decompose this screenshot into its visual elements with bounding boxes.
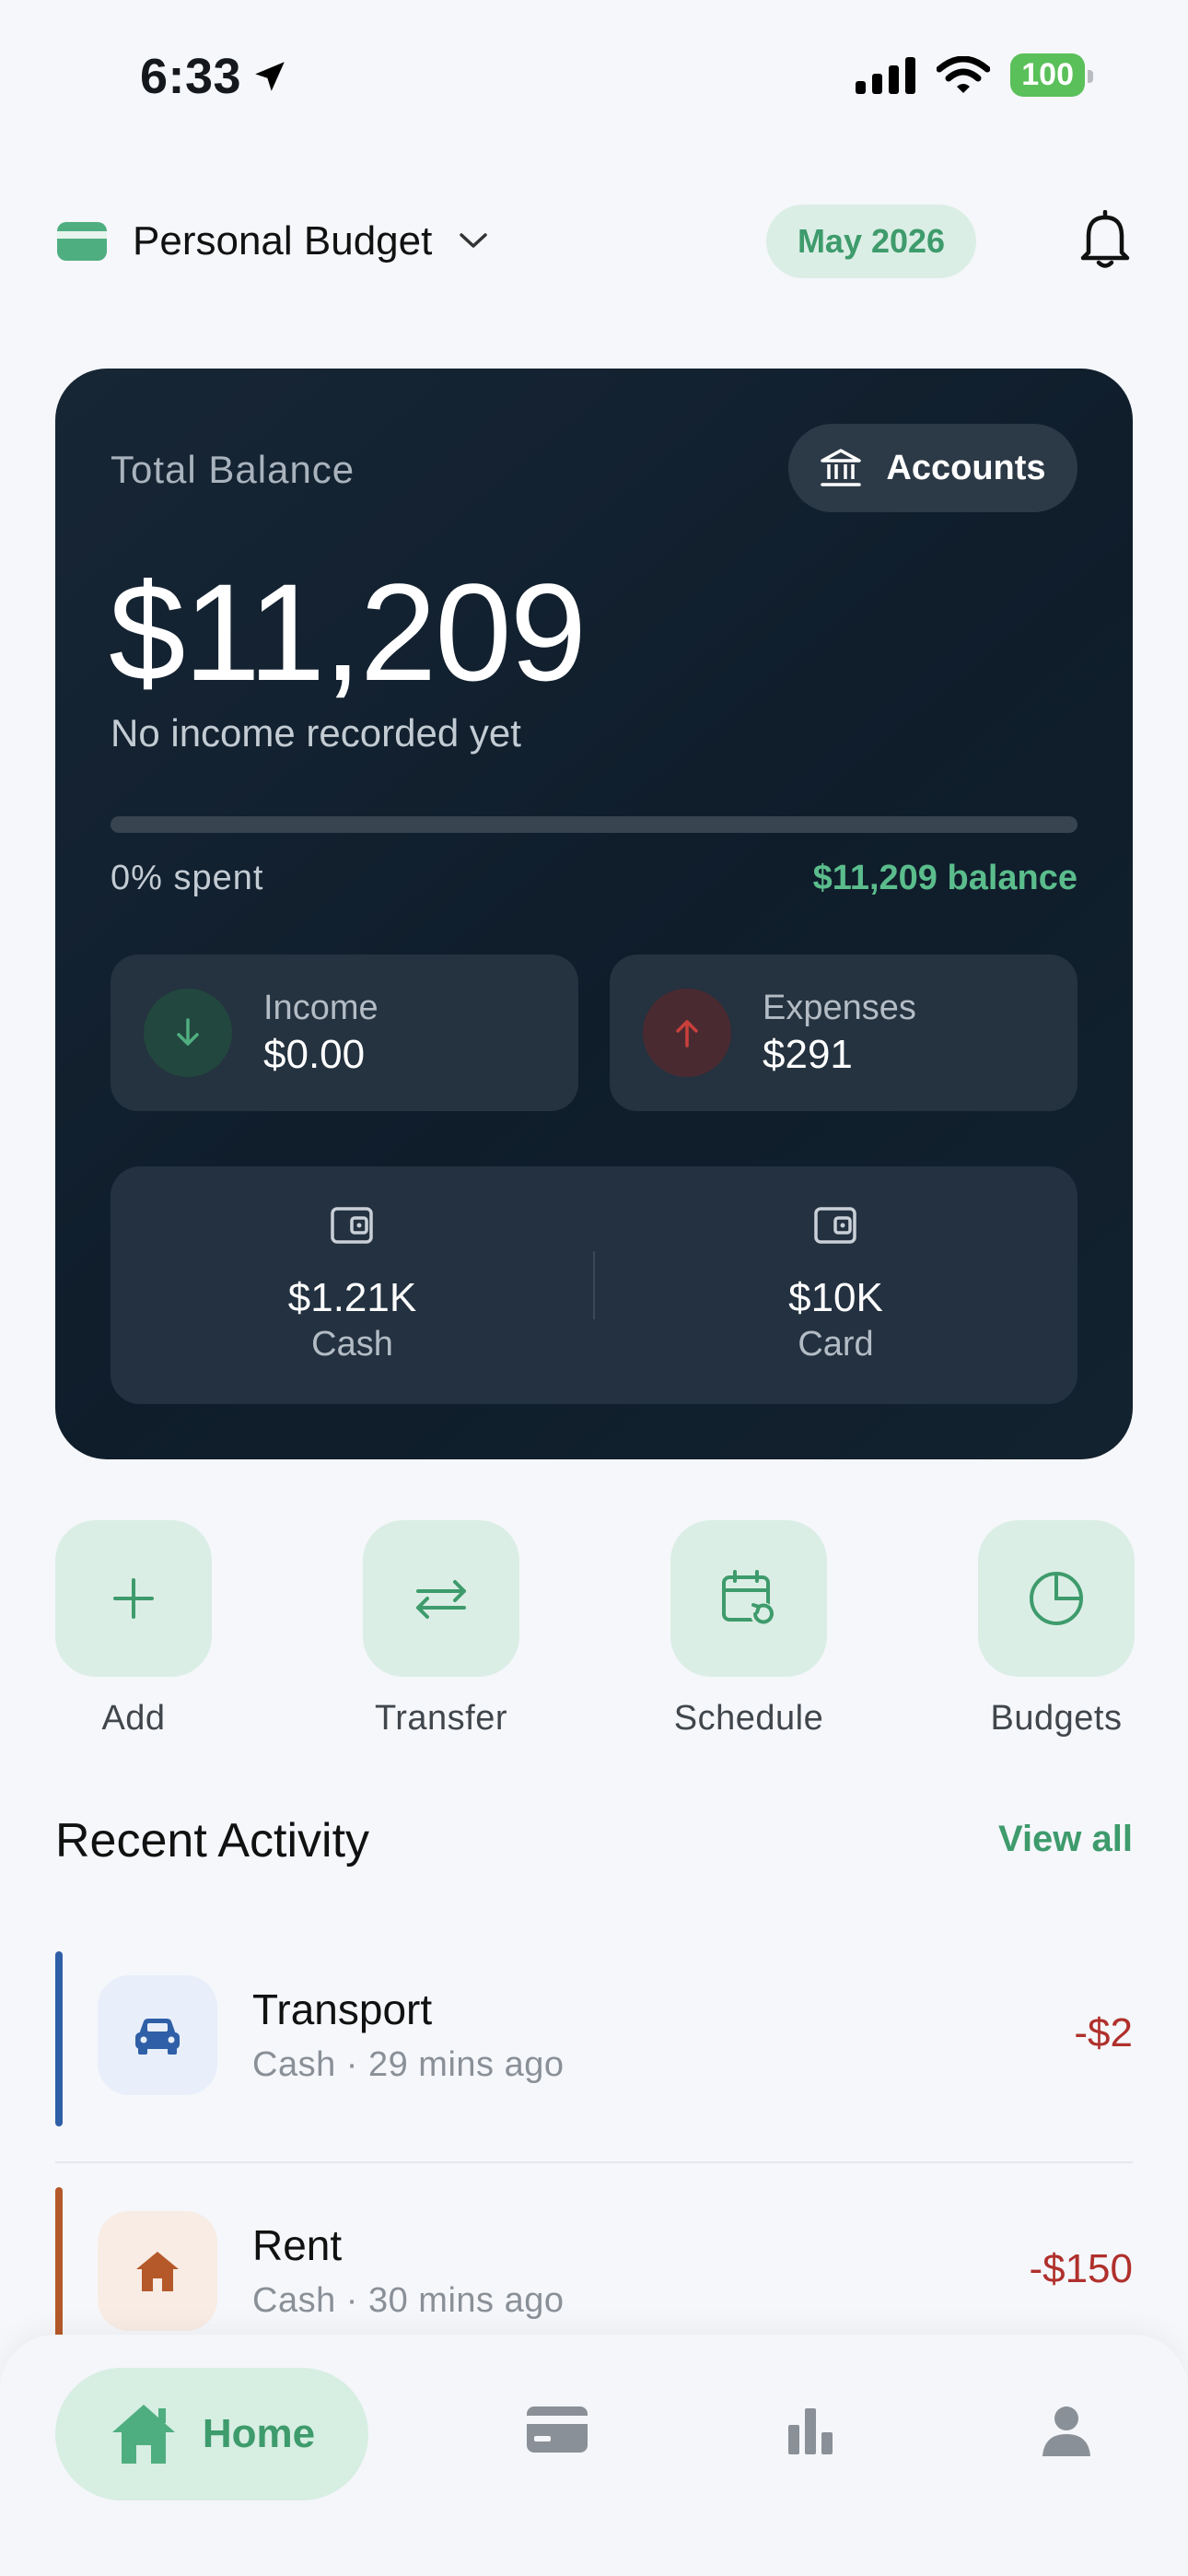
category-color-bar <box>55 1951 63 2126</box>
quick-action-budgets[interactable]: Budgets <box>978 1520 1135 1739</box>
spent-percentage: 0% spent <box>111 859 264 897</box>
month-selector[interactable]: May 2026 <box>766 205 976 278</box>
spending-progress-bar <box>111 816 1077 833</box>
accounts-button[interactable]: Accounts <box>788 424 1077 512</box>
quick-action-label: Schedule <box>673 1699 824 1738</box>
quick-action-schedule[interactable]: Schedule <box>670 1520 827 1739</box>
status-time-text: 6:33 <box>140 49 242 104</box>
account-name: Cash <box>311 1325 393 1364</box>
transaction-meta: Cash · 30 mins ago <box>252 2281 565 2320</box>
view-all-link[interactable]: View all <box>998 1819 1133 1860</box>
transfer-arrows-icon <box>363 1520 519 1677</box>
income-value: $0.00 <box>263 1031 366 1077</box>
transaction-name: Rent <box>252 2221 343 2269</box>
quick-action-add[interactable]: Add <box>55 1520 212 1739</box>
account-cash[interactable]: $1.21K Cash <box>111 1203 594 1364</box>
wallet-icon <box>57 222 107 261</box>
account-value: $10K <box>788 1275 883 1320</box>
wallet-outline-icon <box>330 1207 373 1244</box>
nav-home[interactable]: Home <box>55 2368 368 2500</box>
balance-card: Total Balance Accounts $11,209 No income… <box>55 369 1133 1459</box>
account-value: $1.21K <box>287 1275 417 1320</box>
calendar-repeat-icon <box>670 1520 827 1677</box>
wifi-icon <box>937 55 991 93</box>
pie-chart-icon <box>978 1520 1135 1677</box>
bank-icon <box>821 449 862 486</box>
row-divider <box>55 2161 1133 2163</box>
header: Personal Budget May 2026 <box>57 205 1131 278</box>
status-time: 6:33 <box>140 48 289 105</box>
budget-selector[interactable]: Personal Budget <box>57 218 489 264</box>
bar-chart-icon[interactable] <box>785 2405 836 2456</box>
expenses-value: $291 <box>763 1031 853 1077</box>
expenses-label: Expenses <box>763 988 916 1027</box>
home-icon <box>98 2211 217 2331</box>
income-label: Income <box>263 988 379 1027</box>
location-arrow-icon <box>255 62 285 91</box>
transaction-meta: Cash · 29 mins ago <box>252 2045 565 2084</box>
remaining-balance: $11,209 balance <box>812 859 1077 897</box>
income-note: No income recorded yet <box>111 711 521 755</box>
transaction-amount: -$2 <box>1074 2010 1133 2055</box>
quick-action-label: Add <box>101 1699 166 1738</box>
account-card[interactable]: $10K Card <box>594 1203 1077 1364</box>
plus-icon <box>55 1520 212 1677</box>
car-icon <box>98 1975 217 2095</box>
quick-action-transfer[interactable]: Transfer <box>363 1520 519 1739</box>
home-icon <box>111 2405 175 2464</box>
income-arrow-icon <box>144 989 232 1077</box>
transaction-name: Transport <box>252 1985 433 2033</box>
credit-card-icon[interactable] <box>525 2405 589 2454</box>
accounts-button-label: Accounts <box>886 448 1046 487</box>
total-balance-label: Total Balance <box>111 448 355 491</box>
budget-name: Personal Budget <box>133 218 433 263</box>
total-balance-value: $11,209 <box>109 555 587 709</box>
account-breakdown: $1.21K Cash $10K Card <box>111 1166 1077 1404</box>
bell-icon[interactable] <box>1079 210 1131 271</box>
chevron-down-icon <box>460 233 488 248</box>
expenses-card[interactable]: Expenses $291 <box>610 954 1077 1111</box>
battery-level: 100 <box>1021 57 1074 92</box>
recent-activity-title: Recent Activity <box>55 1814 370 1868</box>
income-card[interactable]: Income $0.00 <box>111 954 578 1111</box>
quick-action-label: Transfer <box>374 1699 508 1738</box>
expense-arrow-icon <box>643 989 731 1077</box>
bottom-navigation: Home <box>0 2335 1188 2576</box>
signal-icon <box>856 56 916 94</box>
wallet-outline-icon <box>813 1207 856 1244</box>
transaction-row[interactable]: Transport Cash · 29 mins ago -$2 <box>55 1951 1133 2163</box>
transaction-amount: -$150 <box>1029 2246 1133 2291</box>
account-name: Card <box>798 1325 874 1364</box>
status-indicators: 100 <box>856 53 1093 97</box>
battery-indicator: 100 <box>1010 53 1093 97</box>
profile-icon[interactable] <box>1041 2405 1092 2458</box>
nav-home-label: Home <box>202 2411 316 2456</box>
quick-action-label: Budgets <box>990 1699 1123 1738</box>
